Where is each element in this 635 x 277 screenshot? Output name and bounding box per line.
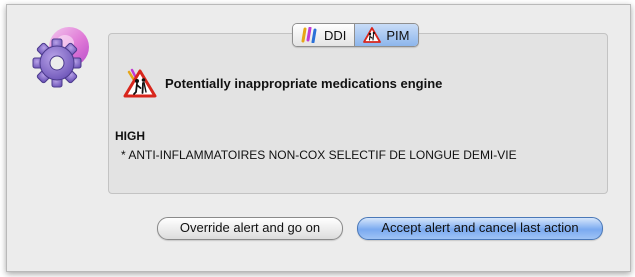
elderly-warning-icon <box>123 68 157 98</box>
accept-alert-button[interactable]: Accept alert and cancel last action <box>357 217 603 240</box>
tab-ddi-label: DDI <box>324 27 347 43</box>
tab-pim-label: PIM <box>386 27 410 43</box>
alert-level: HIGH <box>115 129 145 143</box>
override-alert-button[interactable]: Override alert and go on <box>157 217 343 240</box>
pim-alert-panel: Potentially inappropriate medications en… <box>108 33 608 194</box>
engine-title: Potentially inappropriate medications en… <box>165 75 443 91</box>
alert-dialog: DDI PIM Potentially inappropriate medica… <box>6 4 631 272</box>
ddi-icon <box>301 27 317 43</box>
gear-app-icon <box>32 27 89 88</box>
tab-pim[interactable]: PIM <box>354 24 418 46</box>
elderly-warning-icon <box>363 27 382 43</box>
engine-tab-bar: DDI PIM <box>292 23 419 47</box>
engine-header: Potentially inappropriate medications en… <box>123 68 442 98</box>
tab-ddi[interactable]: DDI <box>293 24 355 46</box>
alert-item: * ANTI-INFLAMMATOIRES NON-COX SELECTIF D… <box>121 148 517 162</box>
